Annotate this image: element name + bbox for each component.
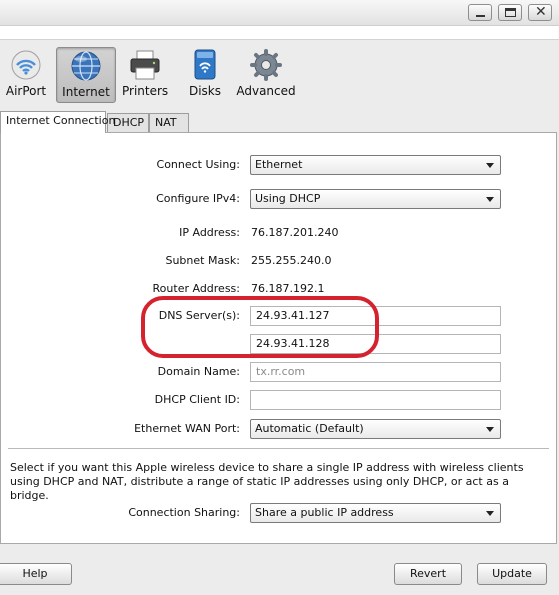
configure-ipv4-label: Configure IPv4: [156,192,240,205]
domain-name-field[interactable]: tx.rr.com [250,362,501,382]
dhcp-client-id-label: DHCP Client ID: [154,393,240,406]
configure-ipv4-select[interactable]: Using DHCP [250,189,501,209]
dns-highlight-annotation [141,296,379,358]
connection-sharing-value: Share a public IP address [255,506,394,519]
ethernet-wan-port-label: Ethernet WAN Port: [134,422,240,435]
dropdown-arrow-icon [486,427,494,432]
dropdown-arrow-icon [486,511,494,516]
connect-using-label: Connect Using: [156,158,240,171]
ip-address-label: IP Address: [179,226,240,239]
connection-sharing-select[interactable]: Share a public IP address [250,503,501,523]
ethernet-wan-port-select[interactable]: Automatic (Default) [250,419,501,439]
dhcp-client-id-field[interactable] [250,390,501,410]
ip-address-value: 76.187.201.240 [251,226,339,239]
connect-using-value: Ethernet [255,158,303,171]
dropdown-arrow-icon [486,163,494,168]
router-address-value: 76.187.192.1 [251,282,325,295]
domain-name-label: Domain Name: [157,365,240,378]
connection-sharing-description: Select if you want this Apple wireless d… [10,461,524,502]
dropdown-arrow-icon [486,197,494,202]
subnet-mask-value: 255.255.240.0 [251,254,332,267]
ethernet-wan-port-value: Automatic (Default) [255,422,364,435]
connection-sharing-label: Connection Sharing: [128,506,240,519]
router-address-label: Router Address: [152,282,240,295]
connect-using-select[interactable]: Ethernet [250,155,501,175]
subnet-mask-label: Subnet Mask: [165,254,240,267]
configure-ipv4-value: Using DHCP [255,192,321,205]
section-divider [8,448,549,449]
